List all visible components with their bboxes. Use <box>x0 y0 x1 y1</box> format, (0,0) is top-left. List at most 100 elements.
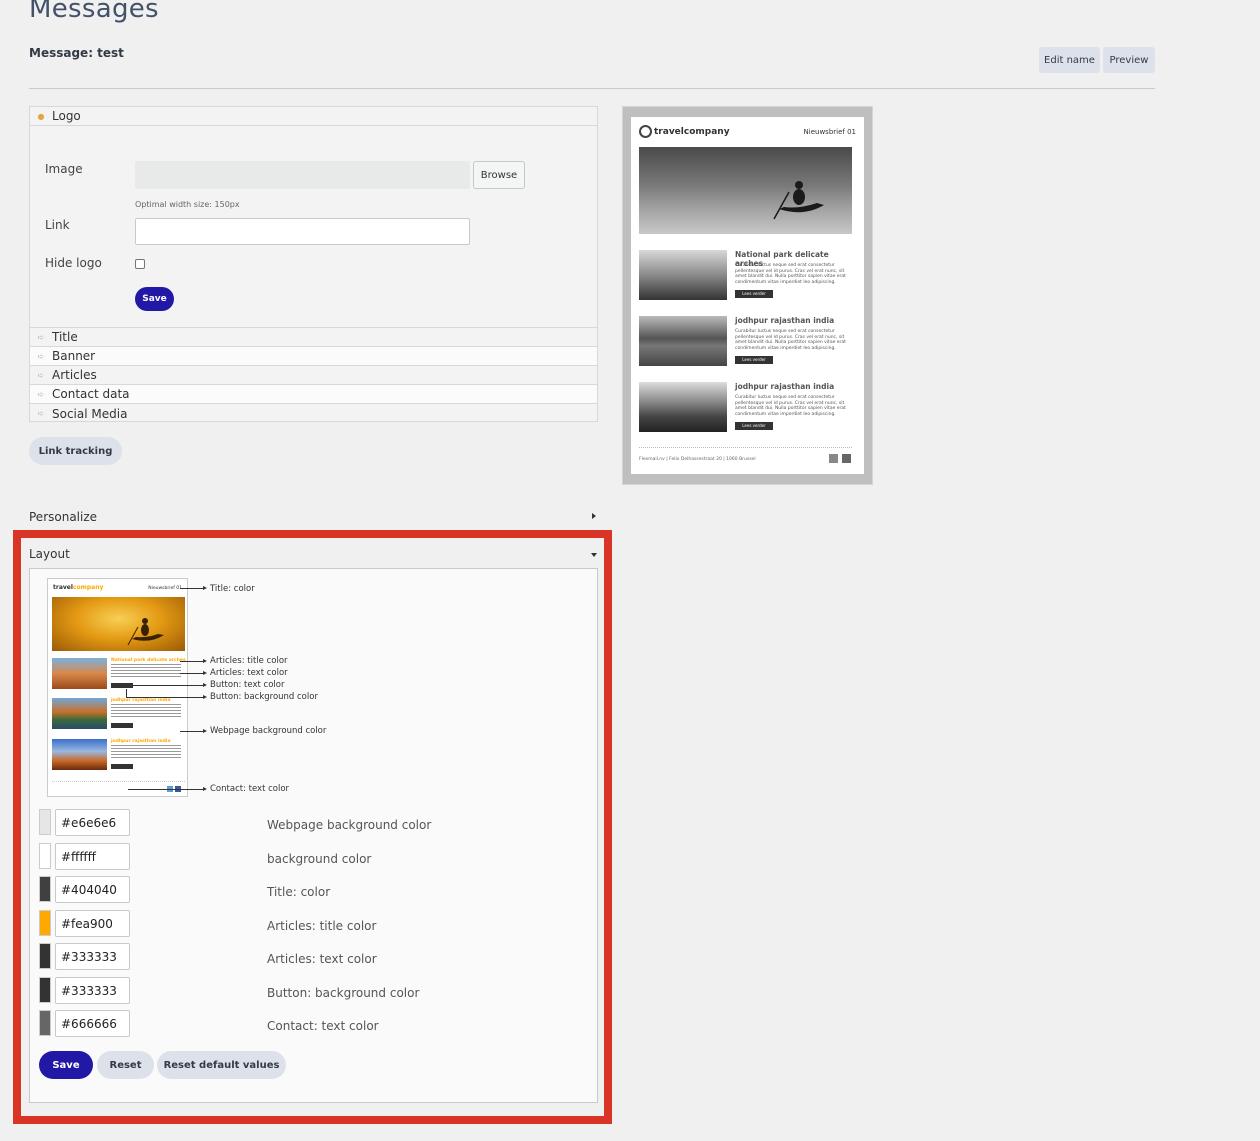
reset-button[interactable]: Reset <box>97 1051 154 1079</box>
preview-article: National park delicate arches Curabitur … <box>639 250 852 302</box>
annotation-line <box>180 673 205 674</box>
annotation-label: Contact: text color <box>210 784 290 794</box>
article-text <box>111 704 181 718</box>
accordion-label: Social Media <box>52 406 128 421</box>
link-input[interactable] <box>135 218 470 245</box>
color-swatch[interactable] <box>39 843 51 869</box>
personalize-header[interactable]: Personalize <box>29 510 97 524</box>
browse-button[interactable]: Browse <box>473 161 525 189</box>
annotation-line <box>180 588 205 589</box>
button-bg-color-input[interactable] <box>55 977 130 1004</box>
annotation-label: Webpage background color <box>210 726 327 736</box>
bullet-icon: ● <box>37 111 45 121</box>
preview-logo: travelcompany <box>639 125 730 138</box>
article-text: Curabitur luctus neque sed erat consecte… <box>735 263 846 285</box>
article-button <box>111 764 133 769</box>
article-text-color-input[interactable] <box>55 943 130 970</box>
accordion-header-logo[interactable]: ● Logo <box>30 107 597 126</box>
annotation-label: Articles: text color <box>210 668 288 678</box>
preview-button[interactable]: Preview <box>1103 47 1155 73</box>
image-field[interactable] <box>135 161 470 189</box>
arrow-icon: ➪ <box>37 409 45 418</box>
article-text: Curabitur luctus neque sed erat consecte… <box>735 395 846 417</box>
preview-article: jodhpur rajasthan india Curabitur luctus… <box>639 382 852 434</box>
annotation-label: Articles: title color <box>210 656 288 666</box>
annotation-label: Button: background color <box>210 692 318 702</box>
color-label: Articles: title color <box>267 919 377 933</box>
caret-down-icon[interactable] <box>591 553 597 557</box>
mini-article: jodhpur rajasthan india <box>52 739 185 773</box>
newsletter-preview: travelcompany Nieuwsbrief 01 National pa… <box>622 106 873 485</box>
accordion-label: Contact data <box>52 387 130 401</box>
accordion-header-social-media[interactable]: ➪ Social Media <box>30 404 597 423</box>
annotation-line <box>180 731 205 732</box>
color-swatch[interactable] <box>39 977 51 1003</box>
color-label: Button: background color <box>267 986 420 1000</box>
article-title: jodhpur rajasthan india <box>735 316 835 325</box>
color-label: background color <box>267 852 372 866</box>
article-button: Lees verder <box>735 290 773 298</box>
caret-right-icon[interactable] <box>592 513 596 519</box>
preview-article: jodhpur rajasthan india Curabitur luctus… <box>639 316 852 368</box>
accordion-label: Logo <box>52 109 81 123</box>
mini-logo: travelcompany <box>53 584 104 591</box>
accordion-header-banner[interactable]: ➪ Banner <box>30 347 597 366</box>
edit-name-button[interactable]: Edit name <box>1039 47 1100 73</box>
article-title: jodhpur rajasthan india <box>111 698 171 703</box>
logo-icon <box>639 125 652 138</box>
canoe-silhouette <box>773 181 824 220</box>
article-button: Lees verder <box>735 422 773 430</box>
article-image <box>639 382 727 432</box>
layout-save-button[interactable]: Save <box>39 1051 93 1079</box>
twitter-icon <box>829 454 838 463</box>
color-swatch[interactable] <box>39 910 51 936</box>
contact-text-color-input[interactable] <box>55 1010 130 1037</box>
color-swatch[interactable] <box>39 1010 51 1036</box>
accordion-header-title[interactable]: ➪ Title <box>30 328 597 347</box>
link-tracking-button[interactable]: Link tracking <box>29 437 122 465</box>
canoe-silhouette <box>127 618 164 646</box>
article-button: Lees verder <box>735 356 773 364</box>
article-text: Curabitur luctus neque sed erat consecte… <box>735 329 846 351</box>
article-button <box>111 723 133 728</box>
page-title: Messages <box>29 0 159 24</box>
annotation-label: Title: color <box>210 584 255 594</box>
color-swatch[interactable] <box>39 809 51 835</box>
reset-default-values-button[interactable]: Reset default values <box>157 1051 286 1079</box>
annotation-line <box>128 789 205 790</box>
mini-banner-image <box>52 597 185 651</box>
preview-page: travelcompany Nieuwsbrief 01 National pa… <box>631 117 864 474</box>
link-label: Link <box>45 218 70 232</box>
accordion-header-articles[interactable]: ➪ Articles <box>30 366 597 385</box>
annotation-line <box>133 685 205 686</box>
content-accordion: ● Logo Image Browse Optimal width size: … <box>29 106 598 422</box>
hide-logo-checkbox[interactable] <box>135 259 145 269</box>
mini-newsletter-title: Nieuwsbrief 01 <box>148 586 182 591</box>
article-image <box>639 250 727 300</box>
preview-footer: Flexmail.nv | Felix Delhassestraat 20 | … <box>639 457 756 462</box>
arrow-head-icon <box>203 586 207 590</box>
arrow-head-icon <box>203 787 207 791</box>
color-label: Title: color <box>267 885 331 899</box>
color-swatch[interactable] <box>39 943 51 969</box>
accordion-header-contact-data[interactable]: ➪ Contact data <box>30 385 597 404</box>
logo-save-button[interactable]: Save <box>135 287 174 311</box>
color-label: Articles: text color <box>267 952 377 966</box>
image-size-hint: Optimal width size: 150px <box>135 200 240 209</box>
color-swatch[interactable] <box>39 876 51 902</box>
webpage-bg-color-input[interactable] <box>55 809 130 836</box>
layout-header[interactable]: Layout <box>29 547 70 561</box>
title-color-input[interactable] <box>55 876 130 903</box>
article-text <box>111 664 181 678</box>
article-button <box>111 683 133 688</box>
bg-color-input[interactable] <box>55 843 130 870</box>
mini-footer-divider <box>52 781 185 782</box>
preview-newsletter-title: Nieuwsbrief 01 <box>803 128 856 136</box>
accordion-label: Banner <box>52 349 96 363</box>
message-name: Message: test <box>29 46 124 60</box>
arrow-icon: ➪ <box>37 389 45 399</box>
article-title-color-input[interactable] <box>55 910 130 937</box>
article-image <box>52 698 107 729</box>
article-image <box>639 316 727 366</box>
arrow-icon: ➪ <box>37 351 45 361</box>
